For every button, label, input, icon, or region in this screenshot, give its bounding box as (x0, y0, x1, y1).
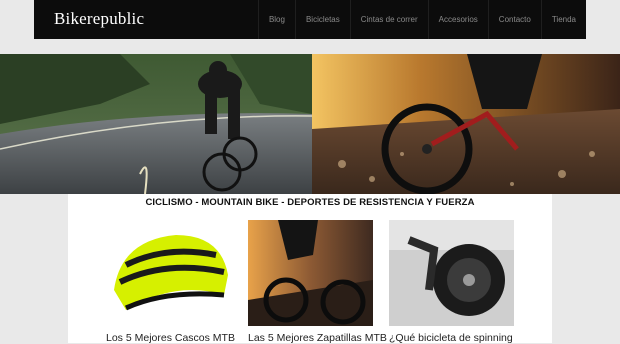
article-title[interactable]: ¿Qué bicicleta de spinning (389, 332, 513, 344)
nav-item-bicicletas[interactable]: Bicicletas (294, 0, 350, 39)
article-card[interactable]: Las 5 Mejores Zapatillas MTB (248, 220, 387, 344)
site-logo[interactable]: Bikerepublic (54, 9, 144, 29)
nav-item-cintas-de-correr[interactable]: Cintas de correr (349, 0, 428, 39)
site-tagline: CICLISMO - MOUNTAIN BIKE - DEPORTES DE R… (145, 197, 475, 208)
main-nav: Blog Bicicletas Cintas de correr Accesor… (257, 0, 586, 39)
mtb-shoes-thumbnail[interactable] (248, 220, 373, 326)
article-title[interactable]: Las 5 Mejores Zapatillas MTB (248, 332, 387, 344)
main-content: CICLISMO - MOUNTAIN BIKE - DEPORTES DE R… (68, 194, 552, 344)
top-navbar: Bikerepublic Blog Bicicletas Cintas de c… (34, 0, 586, 39)
nav-item-tienda[interactable]: Tienda (540, 0, 586, 39)
article-title[interactable]: Los 5 Mejores Cascos MTB (106, 332, 235, 344)
nav-item-contacto[interactable]: Contacto (487, 0, 541, 39)
nav-item-accesorios[interactable]: Accesorios (427, 0, 488, 39)
article-card[interactable]: Los 5 Mejores Cascos MTB (106, 220, 235, 344)
spinning-bike-thumbnail[interactable] (389, 220, 514, 326)
hero-banner (0, 54, 620, 194)
helmet-thumbnail[interactable] (106, 220, 231, 326)
road-cyclist-image (0, 54, 312, 194)
nav-item-blog[interactable]: Blog (257, 0, 295, 39)
mountain-biker-image (312, 54, 620, 194)
article-card[interactable]: ¿Qué bicicleta de spinning (389, 220, 514, 344)
